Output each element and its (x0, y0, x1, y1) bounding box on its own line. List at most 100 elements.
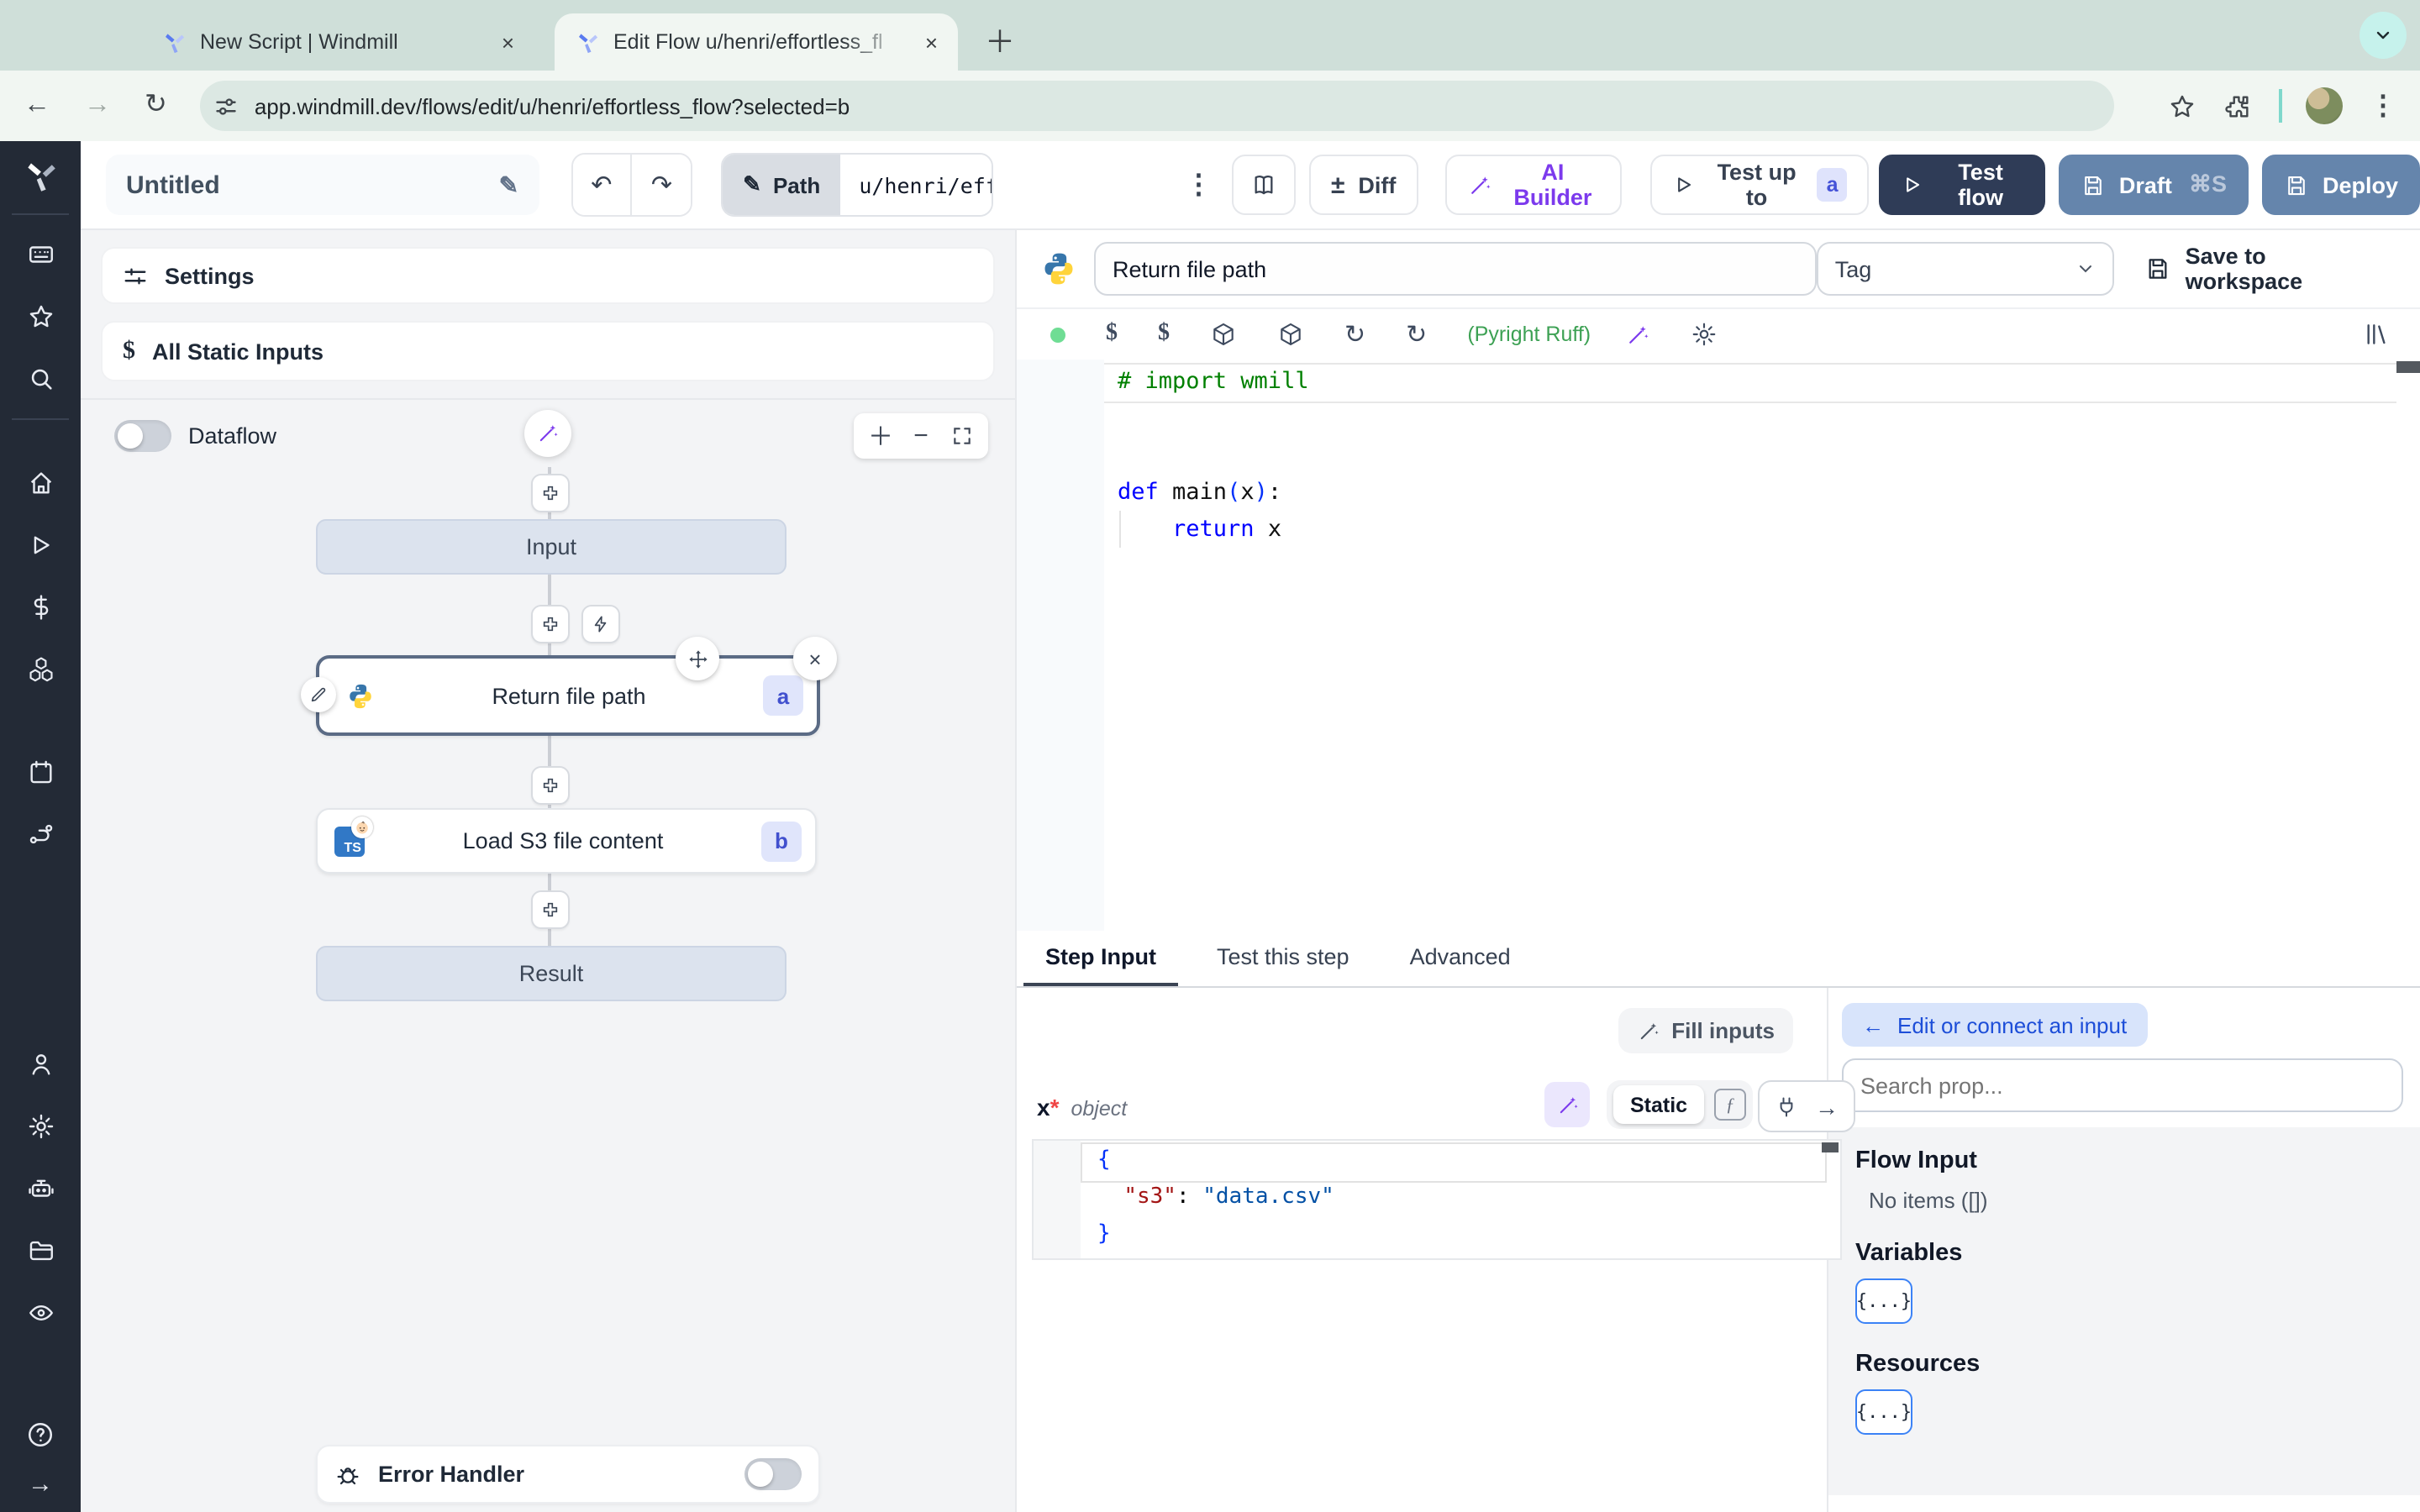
static-mode-button[interactable]: Static (1613, 1085, 1705, 1124)
error-handler-toggle[interactable] (744, 1458, 802, 1490)
add-step-button[interactable] (531, 605, 570, 643)
deploy-button[interactable]: Deploy (2261, 155, 2420, 215)
sidebar-item-users[interactable] (0, 1033, 81, 1095)
step-name-input[interactable] (1094, 242, 1817, 296)
dataflow-toggle[interactable] (114, 420, 171, 452)
expand-sidebar-icon[interactable]: → (0, 1465, 81, 1502)
arrow-left-icon: ← (1862, 1012, 1884, 1037)
package-icon[interactable] (1277, 321, 1304, 348)
javascript-expr-button[interactable]: ƒ (1714, 1089, 1747, 1121)
windmill-logo[interactable] (22, 158, 59, 195)
help-icon[interactable] (0, 1403, 81, 1465)
undo-button[interactable]: ↶ (572, 155, 631, 215)
search-prop-input[interactable] (1842, 1058, 2403, 1112)
test-up-to-button[interactable]: Test up to a (1650, 155, 1870, 215)
forward-icon[interactable]: → (84, 92, 111, 119)
sidebar-item-audit-logs[interactable] (0, 1282, 81, 1344)
tab-search-chevron-button[interactable] (2360, 12, 2407, 59)
draft-button[interactable]: Draft ⌘S (2058, 155, 2249, 215)
input-node[interactable]: Input (316, 519, 786, 575)
result-node[interactable]: Result (316, 946, 786, 1001)
save-to-workspace-button[interactable]: Save to workspace (2145, 244, 2380, 294)
browser-menu-icon[interactable]: ⋮ (2370, 89, 2396, 123)
sidebar-item-home[interactable] (0, 452, 81, 514)
sidebar-item-schedules[interactable] (0, 741, 81, 803)
sidebar-item-folders[interactable] (0, 1220, 81, 1282)
editor-settings-gear-icon[interactable] (1690, 321, 1717, 348)
sidebar-item-resources[interactable] (0, 638, 81, 701)
test-flow-button[interactable]: Test flow (1879, 155, 2045, 215)
sidebar-item-favorites[interactable] (0, 286, 81, 348)
ai-fill-wand-button[interactable] (1544, 1082, 1590, 1127)
bookmark-star-icon[interactable] (2168, 92, 2196, 120)
zoom-out-button[interactable]: − (901, 422, 941, 450)
ai-wand-icon[interactable] (1624, 322, 1649, 347)
back-icon[interactable]: ← (24, 92, 50, 119)
browser-tab-edit-flow[interactable]: Edit Flow u/henri/effortless_fl × (555, 13, 958, 71)
variables-title: Variables (1855, 1240, 1963, 1267)
package-icon[interactable] (1210, 321, 1237, 348)
editor-scrollbar-thumb[interactable] (2396, 361, 2420, 373)
delete-step-button[interactable]: × (793, 637, 837, 680)
code-editor[interactable]: # import wmill def main(x): return x (1017, 360, 2420, 931)
json-input-editor[interactable]: { "s3": "data.csv" } (1032, 1139, 1842, 1260)
add-trigger-button[interactable] (581, 605, 620, 643)
sidebar-item-routes[interactable] (0, 803, 81, 865)
address-bar[interactable]: app.windmill.dev/flows/edit/u/henri/effo… (200, 81, 2114, 131)
sidebar-item-search[interactable] (0, 348, 81, 410)
sidebar-item-settings[interactable] (0, 1095, 81, 1158)
redo-button[interactable]: ↷ (630, 155, 692, 215)
zoom-in-button[interactable]: ＋ (860, 418, 901, 454)
add-step-button[interactable] (531, 474, 570, 512)
sidebar-item-apps[interactable] (0, 223, 81, 286)
step-node-a[interactable]: Return file path a × (301, 637, 837, 736)
sliders-icon (123, 263, 148, 288)
docs-button[interactable] (1232, 155, 1296, 215)
extensions-icon[interactable] (2223, 92, 2252, 120)
more-options-icon[interactable]: ⋮ (1186, 168, 1213, 202)
resources-icon[interactable]: $ (1158, 321, 1170, 348)
settings-button[interactable]: Settings (101, 247, 995, 304)
add-step-button[interactable] (531, 890, 570, 929)
tab-advanced[interactable]: Advanced (1388, 931, 1533, 986)
sidebar-item-variables[interactable] (0, 576, 81, 638)
diff-button[interactable]: ± Diff (1308, 155, 1418, 215)
edit-pencil-icon[interactable]: ✎ (499, 171, 518, 199)
tab-test-this-step[interactable]: Test this step (1195, 931, 1371, 986)
ai-builder-button[interactable]: AI Builder (1444, 155, 1623, 215)
path-button[interactable]: ✎ Path (723, 155, 841, 215)
profile-avatar[interactable] (2306, 87, 2343, 124)
resources-expand-button[interactable]: {...} (1855, 1389, 1912, 1435)
sidebar-item-runs[interactable] (0, 514, 81, 576)
tab-step-input[interactable]: Step Input (1023, 931, 1178, 986)
sidebar-item-workers[interactable] (0, 1158, 81, 1220)
tag-select[interactable]: Tag (1816, 242, 2115, 296)
path-value[interactable]: u/henri/eff (840, 155, 992, 215)
connect-input-group[interactable]: → (1758, 1080, 1855, 1132)
all-static-inputs-button[interactable]: $ All Static Inputs (101, 321, 995, 381)
tab-close-icon[interactable]: × (922, 29, 941, 55)
flow-name-field[interactable]: Untitled ✎ (106, 155, 539, 215)
fit-view-button[interactable] (941, 425, 981, 447)
reload-icon[interactable]: ↻ (1344, 319, 1365, 349)
browser-tab-new-script[interactable]: New Script | Windmill × (141, 13, 534, 71)
move-step-handle[interactable] (676, 637, 719, 680)
new-tab-button[interactable]: ＋ (985, 27, 1015, 57)
step-node-b[interactable]: TS Load S3 file content b (316, 808, 817, 874)
json-scrollbar-thumb[interactable] (1822, 1142, 1839, 1152)
dataflow-toggle-row: Dataflow (114, 420, 276, 452)
library-panel-icon[interactable] (2363, 321, 2390, 348)
ai-flow-wand-button[interactable] (524, 410, 571, 457)
error-handler-card[interactable]: Error Handler (316, 1445, 820, 1504)
fill-inputs-button[interactable]: Fill inputs (1618, 1008, 1793, 1053)
reload-icon[interactable]: ↻ (1406, 319, 1427, 349)
tab-close-icon[interactable]: × (498, 29, 518, 55)
site-settings-icon[interactable] (214, 93, 239, 118)
variables-expand-button[interactable]: {...} (1855, 1278, 1912, 1324)
add-step-button[interactable] (531, 766, 570, 805)
edit-step-pencil-icon[interactable] (301, 677, 336, 712)
variables-icon[interactable]: $ (1106, 321, 1118, 348)
reload-icon[interactable]: ↻ (145, 92, 167, 119)
edit-or-connect-button[interactable]: ← Edit or connect an input (1842, 1003, 2148, 1047)
